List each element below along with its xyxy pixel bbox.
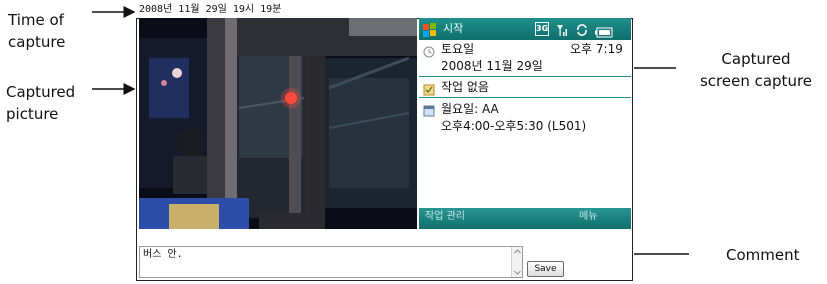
calendar-icon	[423, 102, 435, 117]
save-button[interactable]: Save	[527, 261, 564, 277]
captured-phone-screen: 시작 3G 토요일 오후 7:19 2008년 11월 29일 작업 없음 월요…	[419, 18, 631, 229]
callout-line: capture	[8, 33, 66, 51]
phone-separator	[419, 97, 631, 98]
phone-softkey-left: 작업 관리	[425, 211, 465, 222]
phone-date-label: 2008년 11월 29일	[441, 59, 543, 73]
captured-photo	[139, 18, 417, 229]
sync-icon	[575, 22, 589, 36]
callout-line: Captured	[6, 83, 76, 101]
clock-icon	[423, 43, 435, 58]
bus-interior-photo	[139, 18, 417, 229]
phone-tasks-label: 작업 없음	[441, 80, 489, 94]
network-3g-badge: 3G	[535, 22, 549, 36]
signal-strength-icon	[555, 22, 569, 36]
callout-line: picture	[6, 105, 59, 123]
battery-icon	[595, 23, 613, 38]
tasks-icon	[423, 81, 435, 96]
time-of-capture-callout: Time of capture	[8, 9, 65, 53]
captured-picture-callout: Captured picture	[6, 81, 75, 125]
phone-day-label: 토요일	[441, 42, 475, 56]
phone-appointment-time: 오후4:00-오후5:30 (L501)	[441, 119, 587, 133]
phone-separator	[419, 76, 631, 77]
callout-line: screen capture	[699, 72, 813, 90]
phone-time-label: 오후 7:19	[570, 42, 623, 56]
phone-appointment-title: 월요일: AA	[441, 102, 499, 116]
capture-timestamp: 2008년 11월 29일 19시 19분	[139, 4, 282, 15]
callout-line: Captured	[721, 50, 791, 68]
start-menu-label: 시작	[443, 22, 464, 35]
phone-softkey-right: 메뉴	[579, 211, 598, 222]
comment-field[interactable]: 버스 안.	[139, 246, 523, 278]
captured-screen-callout: Captured screen capture	[691, 48, 821, 92]
windows-start-icon	[423, 22, 437, 37]
callout-line: Time of	[8, 11, 64, 29]
comment-callout: Comment	[726, 246, 800, 264]
comment-scrollbar[interactable]	[511, 247, 522, 277]
